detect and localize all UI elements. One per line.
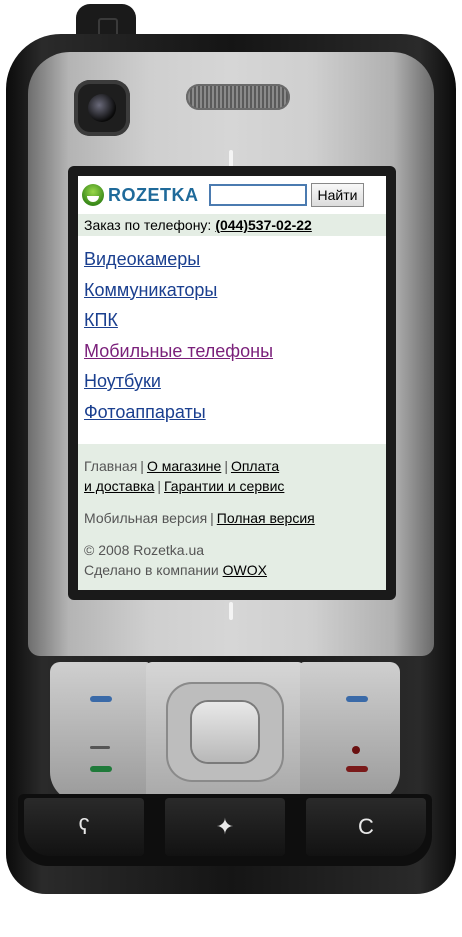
version-switch: Мобильная версия | Полная версия bbox=[84, 508, 380, 528]
navigation-area bbox=[146, 662, 304, 802]
right-soft-key-indicator bbox=[346, 696, 368, 702]
panel-tick-bottom bbox=[229, 602, 233, 620]
footer-payment-link[interactable]: Оплата bbox=[231, 458, 279, 474]
category-link-laptops[interactable]: Ноутбуки bbox=[84, 366, 380, 397]
order-phone-number[interactable]: (044)537-02-22 bbox=[215, 217, 312, 233]
front-camera bbox=[74, 80, 130, 136]
site-footer: Главная | О магазине | Оплата и доставка | Гар… bbox=[78, 444, 386, 590]
made-by-label: Сделано в компании bbox=[84, 562, 219, 578]
smiley-logo-icon bbox=[82, 184, 104, 206]
footer-nav-line1: Главная | О магазине | Оплата bbox=[84, 456, 380, 476]
separator: | bbox=[157, 478, 162, 494]
left-soft-keys[interactable] bbox=[50, 662, 150, 802]
category-link-communicators[interactable]: Коммуникаторы bbox=[84, 275, 380, 306]
footer-nav-line2: и доставка | Гарантии и сервис bbox=[84, 476, 380, 496]
left-soft-key-indicator bbox=[90, 696, 112, 702]
footer-warranty-link[interactable]: Гарантии и сервис bbox=[164, 478, 284, 494]
search-button[interactable]: Найти bbox=[310, 183, 365, 207]
nav-ring[interactable] bbox=[166, 682, 284, 782]
made-by: Сделано в компании OWOX bbox=[84, 560, 380, 580]
earpiece-speaker bbox=[186, 84, 290, 110]
category-list: Видеокамеры Коммуникаторы КПК Мобильные … bbox=[78, 236, 386, 427]
right-soft-keys[interactable] bbox=[300, 662, 400, 802]
separator: | bbox=[224, 458, 228, 474]
phone-screen: ROZETKA Найти Заказ по телефону: (044)537… bbox=[78, 176, 386, 590]
star-icon: ✦ bbox=[215, 814, 235, 839]
copyright: © 2008 Rozetka.ua bbox=[84, 542, 205, 558]
separator: | bbox=[140, 458, 144, 474]
footer-about-link[interactable]: О магазине bbox=[147, 458, 221, 474]
mobile-version-label: Мобильная версия bbox=[84, 510, 208, 526]
menu-icon: ʕ bbox=[78, 814, 90, 839]
site-header: ROZETKA Найти bbox=[78, 176, 386, 214]
search-input[interactable] bbox=[208, 184, 307, 206]
select-button[interactable] bbox=[192, 702, 258, 762]
category-link-pda[interactable]: КПК bbox=[84, 305, 380, 336]
call-key-icon bbox=[90, 766, 112, 772]
menu-key[interactable]: ʕ bbox=[24, 798, 144, 856]
owox-link[interactable]: OWOX bbox=[223, 562, 267, 578]
bottom-keys: ʕ ✦ C bbox=[18, 794, 432, 866]
full-version-link[interactable]: Полная версия bbox=[217, 510, 315, 526]
end-key-dot bbox=[352, 746, 360, 754]
separator: | bbox=[210, 510, 214, 526]
order-label: Заказ по телефону: bbox=[84, 217, 212, 233]
category-link-camcorders[interactable]: Видеокамеры bbox=[84, 244, 380, 275]
call-key-mark bbox=[90, 746, 110, 749]
footer-home: Главная bbox=[84, 458, 138, 474]
logo[interactable]: ROZETKA bbox=[82, 184, 199, 206]
footer-payment-link-cont[interactable]: и доставка bbox=[84, 478, 154, 494]
category-link-cameras[interactable]: Фотоаппараты bbox=[84, 397, 380, 428]
clear-key[interactable]: C bbox=[306, 798, 426, 856]
logo-text: ROZETKA bbox=[108, 184, 199, 205]
clear-key-label: C bbox=[358, 814, 374, 839]
order-by-phone: Заказ по телефону: (044)537-02-22 bbox=[78, 214, 386, 236]
category-link-mobile-phones[interactable]: Мобильные телефоны bbox=[84, 336, 380, 367]
end-call-key-icon bbox=[346, 766, 368, 772]
multimedia-key[interactable]: ✦ bbox=[165, 798, 285, 856]
